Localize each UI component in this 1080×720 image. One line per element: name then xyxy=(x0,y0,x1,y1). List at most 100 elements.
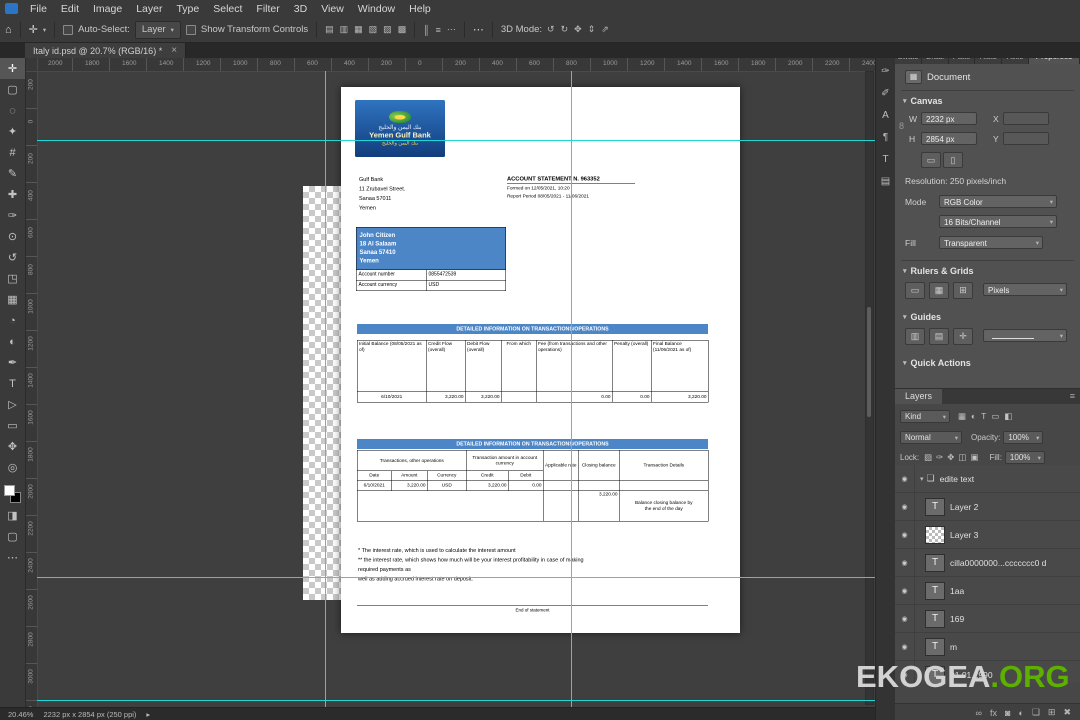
close-tab-icon[interactable]: × xyxy=(171,45,177,56)
horizontal-guide[interactable] xyxy=(37,140,875,141)
link-layers-icon[interactable]: ∞ xyxy=(976,708,982,718)
rulers-grids-section-header[interactable]: ▾ Rulers & Grids xyxy=(903,266,974,276)
rectangle-tool[interactable]: ▭ xyxy=(0,415,25,436)
menu-type[interactable]: Type xyxy=(169,1,206,17)
mode-select[interactable]: RGB Color ▾ xyxy=(939,195,1057,208)
rectangular-marquee-tool[interactable]: ▢ xyxy=(0,79,25,100)
layer-fill-input[interactable]: 100% ▾ xyxy=(1004,450,1045,464)
document-page[interactable]: بنك اليمن والخليج Yemen Gulf Bank بنك ال… xyxy=(341,87,740,633)
show-transform-controls-checkbox[interactable] xyxy=(185,24,196,35)
x-input[interactable] xyxy=(1003,112,1049,125)
menu-layer[interactable]: Layer xyxy=(129,1,169,17)
layer-row[interactable]: ◉ T Layer 2 xyxy=(895,493,1080,521)
lock-artboard-icon[interactable]: ◫ xyxy=(958,452,966,463)
height-input[interactable]: 2854 px xyxy=(921,132,977,145)
orientation-landscape-icon[interactable]: ▭ xyxy=(921,152,941,168)
menu-help[interactable]: Help xyxy=(402,1,438,17)
grid-toggle-icon[interactable]: ▦ xyxy=(929,282,949,299)
history-brush-tool[interactable]: ↺ xyxy=(0,247,25,268)
layer-row[interactable]: ◉ Tcilla0000000...ccccccc0 d xyxy=(895,549,1080,577)
menu-3d[interactable]: 3D xyxy=(287,1,314,17)
menu-window[interactable]: Window xyxy=(351,1,402,17)
type-tool[interactable]: T xyxy=(0,373,25,394)
menu-edit[interactable]: Edit xyxy=(54,1,86,17)
canvas-area[interactable]: 2000 1800 1600 1400 1200 1000 800 600 400 200 0 200… xyxy=(25,58,875,707)
clone-stamp-tool[interactable]: ⊙ xyxy=(0,226,25,247)
blend-mode-select[interactable]: Normal ▾ xyxy=(900,430,962,444)
lock-position-icon[interactable]: ✥ xyxy=(947,452,954,463)
eraser-tool[interactable]: ◳ xyxy=(0,268,25,289)
layer-effects-icon[interactable]: fx xyxy=(990,708,997,718)
vertical-guide[interactable] xyxy=(325,71,326,707)
eye-icon[interactable]: ◉ xyxy=(895,465,915,492)
hand-tool[interactable]: ✥ xyxy=(0,436,25,457)
eye-icon[interactable]: ◉ xyxy=(895,633,915,660)
edit-toolbar-icon[interactable]: ⋯ xyxy=(0,547,25,568)
status-menu-arrow-icon[interactable]: ▸ xyxy=(146,710,150,719)
filter-adjustment-layers-icon[interactable]: ◐ xyxy=(971,411,976,422)
width-input[interactable]: 2232 px xyxy=(921,112,977,125)
3d-slide-icon[interactable]: ⇕ xyxy=(588,24,596,35)
lock-pixels-icon[interactable]: ✑ xyxy=(936,452,943,463)
auto-select-target-select[interactable]: Layer ▾ xyxy=(134,20,181,39)
align-left-icon[interactable]: ▤ xyxy=(325,24,334,35)
chevron-down-icon[interactable]: ▾ xyxy=(920,475,924,483)
new-guide-layout-icon[interactable]: ▥ xyxy=(905,328,925,345)
blur-tool[interactable]: ◔ xyxy=(0,310,25,331)
brushes-icon[interactable]: ✐ xyxy=(881,88,889,99)
clear-guides-icon[interactable]: ✛ xyxy=(953,328,973,345)
quick-selection-tool[interactable]: ✦ xyxy=(0,121,25,142)
snap-toggle-icon[interactable]: ⊞ xyxy=(953,282,973,299)
guides-section-header[interactable]: ▾ Guides xyxy=(903,312,941,322)
y-input[interactable] xyxy=(1003,132,1049,145)
align-bottom-icon[interactable]: ▩ xyxy=(398,24,407,35)
adjustment-layer-icon[interactable]: ◐ xyxy=(1018,708,1023,718)
layer-row[interactable]: ◉ Layer 3 xyxy=(895,521,1080,549)
layer-mask-icon[interactable]: ◙ xyxy=(1005,708,1010,718)
distribute-space-icon[interactable]: ⋯ xyxy=(447,24,456,35)
layer-group-icon[interactable]: ❏ xyxy=(1032,707,1040,718)
eye-icon[interactable]: ◉ xyxy=(895,521,915,548)
vertical-guide[interactable] xyxy=(571,71,572,707)
lock-transparent-icon[interactable]: ▨ xyxy=(924,452,932,463)
align-right-icon[interactable]: ▦ xyxy=(354,24,363,35)
brush-tool[interactable]: ✑ xyxy=(0,205,25,226)
auto-select-checkbox[interactable] xyxy=(63,24,74,35)
quick-actions-section-header[interactable]: ▾ Quick Actions xyxy=(903,358,971,368)
paragraph-panel-icon[interactable]: ¶ xyxy=(883,132,888,143)
zoom-tool[interactable]: ◎ xyxy=(0,457,25,478)
pen-tool[interactable]: ✒ xyxy=(0,352,25,373)
align-top-icon[interactable]: ▧ xyxy=(369,24,378,35)
3d-scale-icon[interactable]: ⇗ xyxy=(601,24,609,35)
guide-style-select[interactable]: ▾ xyxy=(983,329,1067,342)
home-icon[interactable]: ⌂ xyxy=(5,24,12,36)
lasso-tool[interactable]: ◌ xyxy=(0,100,25,121)
filter-shape-layers-icon[interactable]: ▭ xyxy=(991,411,999,422)
screen-mode-icon[interactable]: ▢ xyxy=(0,526,25,547)
delete-layer-icon[interactable]: ✖ xyxy=(1063,707,1071,718)
link-dimensions-icon[interactable]: 8 xyxy=(899,121,904,131)
ruler-units-select[interactable]: Pixels ▾ xyxy=(983,283,1067,296)
eye-icon[interactable]: ◉ xyxy=(895,605,915,632)
layer-row[interactable]: ◉ T 1aa xyxy=(895,577,1080,605)
align-center-h-icon[interactable]: ▥ xyxy=(340,24,349,35)
3d-drag-icon[interactable]: ✥ xyxy=(574,24,582,35)
quick-mask-icon[interactable]: ◨ xyxy=(0,505,25,526)
path-selection-tool[interactable]: ▷ xyxy=(0,394,25,415)
layer-row[interactable]: ◉ ▾ ❏ edite text xyxy=(895,465,1080,493)
document-tab[interactable]: Italy id.psd @ 20.7% (RGB/16) * × xyxy=(25,43,187,58)
3d-rotate-icon[interactable]: ↺ xyxy=(547,24,555,35)
opacity-input[interactable]: 100% ▾ xyxy=(1003,430,1044,444)
move-tool[interactable]: ✛ xyxy=(0,58,25,79)
menu-filter[interactable]: Filter xyxy=(249,1,286,17)
gradient-tool[interactable]: ▦ xyxy=(0,289,25,310)
fill-select[interactable]: Transparent ▾ xyxy=(939,236,1043,249)
horizontal-guide[interactable] xyxy=(37,577,875,578)
distribute-horizontal-icon[interactable]: ║ xyxy=(423,25,429,35)
bit-depth-select[interactable]: 16 Bits/Channel ▾ xyxy=(939,215,1057,228)
eyedropper-tool[interactable]: ✎ xyxy=(0,163,25,184)
distribute-vertical-icon[interactable]: ≡ xyxy=(436,25,441,35)
menu-view[interactable]: View xyxy=(314,1,351,17)
filter-type-layers-icon[interactable]: T xyxy=(981,411,986,422)
eye-icon[interactable]: ◉ xyxy=(895,577,915,604)
